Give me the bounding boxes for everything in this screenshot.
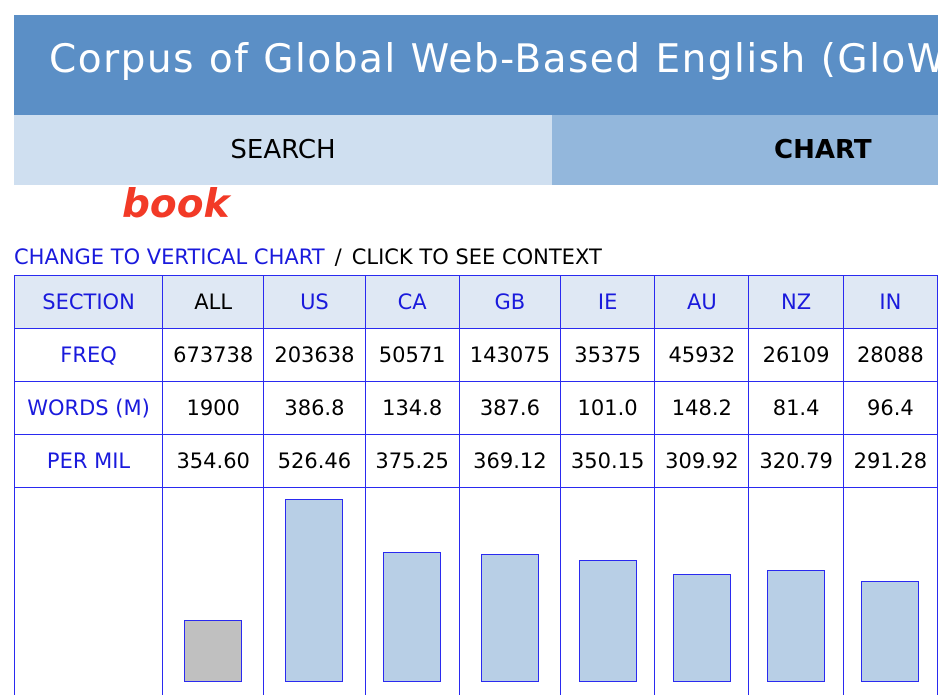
freq-cell-all: 673738 [163, 329, 264, 382]
freq-cell-ca: 50571 [365, 329, 459, 382]
bar-row [15, 488, 938, 695]
freq-cell-nz: 26109 [749, 329, 843, 382]
freq-cell-gb: 143075 [459, 329, 560, 382]
per-mil-cell-all: 354.60 [163, 435, 264, 488]
freq-cell-au: 45932 [655, 329, 749, 382]
per-mil-cell-nz: 320.79 [749, 435, 843, 488]
section-header-au[interactable]: AU [655, 276, 749, 329]
bar-cell-us [264, 488, 365, 695]
section-header-gb[interactable]: GB [459, 276, 560, 329]
per-mil-row-label: PER MIL [15, 435, 163, 488]
change-to-vertical-chart-link[interactable]: CHANGE TO VERTICAL CHART [14, 245, 325, 269]
words-cell-nz: 81.4 [749, 382, 843, 435]
bar-cell-nz [749, 488, 843, 695]
bar-ca[interactable] [383, 552, 441, 682]
words-cell-all: 1900 [163, 382, 264, 435]
per-mil-cell-ie: 350.15 [561, 435, 655, 488]
bar-cell-au [655, 488, 749, 695]
query-word: book [122, 182, 229, 227]
words-cell-au: 148.2 [655, 382, 749, 435]
chart-links-row: CHANGE TO VERTICAL CHART / CLICK TO SEE CO… [14, 245, 602, 275]
link-separator: / [335, 245, 342, 269]
bar-cell-all [163, 488, 264, 695]
words-cell-ca: 134.8 [365, 382, 459, 435]
bar-in[interactable] [861, 581, 919, 682]
bar-ie[interactable] [579, 560, 637, 682]
words-cell-ie: 101.0 [561, 382, 655, 435]
tab-chart[interactable]: CHART [552, 115, 938, 185]
words-cell-gb: 387.6 [459, 382, 560, 435]
per-mil-row: PER MIL 354.60 526.46 375.25 369.12 350.… [15, 435, 938, 488]
words-row-label: WORDS (M) [15, 382, 163, 435]
bar-au[interactable] [673, 574, 731, 682]
bar-us[interactable] [285, 499, 343, 682]
section-header-in[interactable]: IN [843, 276, 937, 329]
bar-cell-ca [365, 488, 459, 695]
bar-all[interactable] [184, 620, 242, 682]
per-mil-cell-gb: 369.12 [459, 435, 560, 488]
bar-cell-gb [459, 488, 560, 695]
words-cell-us: 386.8 [264, 382, 365, 435]
section-header-all: ALL [163, 276, 264, 329]
freq-row-label: FREQ [15, 329, 163, 382]
freq-row: FREQ 673738 203638 50571 143075 35375 45… [15, 329, 938, 382]
bar-row-label-cell [15, 488, 163, 695]
bar-cell-ie [561, 488, 655, 695]
site-title: Corpus of Global Web-Based English (GloW… [49, 37, 938, 82]
bar-gb[interactable] [481, 554, 539, 682]
bar-nz[interactable] [767, 570, 825, 682]
words-cell-in: 96.4 [843, 382, 937, 435]
words-row: WORDS (M) 1900 386.8 134.8 387.6 101.0 1… [15, 382, 938, 435]
bar-cell-in [843, 488, 937, 695]
tab-search[interactable]: SEARCH [14, 115, 552, 185]
freq-cell-us: 203638 [264, 329, 365, 382]
per-mil-cell-au: 309.92 [655, 435, 749, 488]
section-header-nz[interactable]: NZ [749, 276, 843, 329]
freq-cell-ie: 35375 [561, 329, 655, 382]
frequency-chart-table: SECTION ALL US CA GB IE AU NZ IN FREQ 67… [14, 275, 938, 695]
section-header-ie[interactable]: IE [561, 276, 655, 329]
site-header: Corpus of Global Web-Based English (GloW… [14, 15, 938, 115]
per-mil-cell-ca: 375.25 [365, 435, 459, 488]
per-mil-cell-us: 526.46 [264, 435, 365, 488]
section-header-ca[interactable]: CA [365, 276, 459, 329]
context-hint: CLICK TO SEE CONTEXT [352, 245, 602, 269]
section-row-label: SECTION [15, 276, 163, 329]
section-header-us[interactable]: US [264, 276, 365, 329]
freq-cell-in: 28088 [843, 329, 937, 382]
section-row: SECTION ALL US CA GB IE AU NZ IN [15, 276, 938, 329]
per-mil-cell-in: 291.28 [843, 435, 937, 488]
